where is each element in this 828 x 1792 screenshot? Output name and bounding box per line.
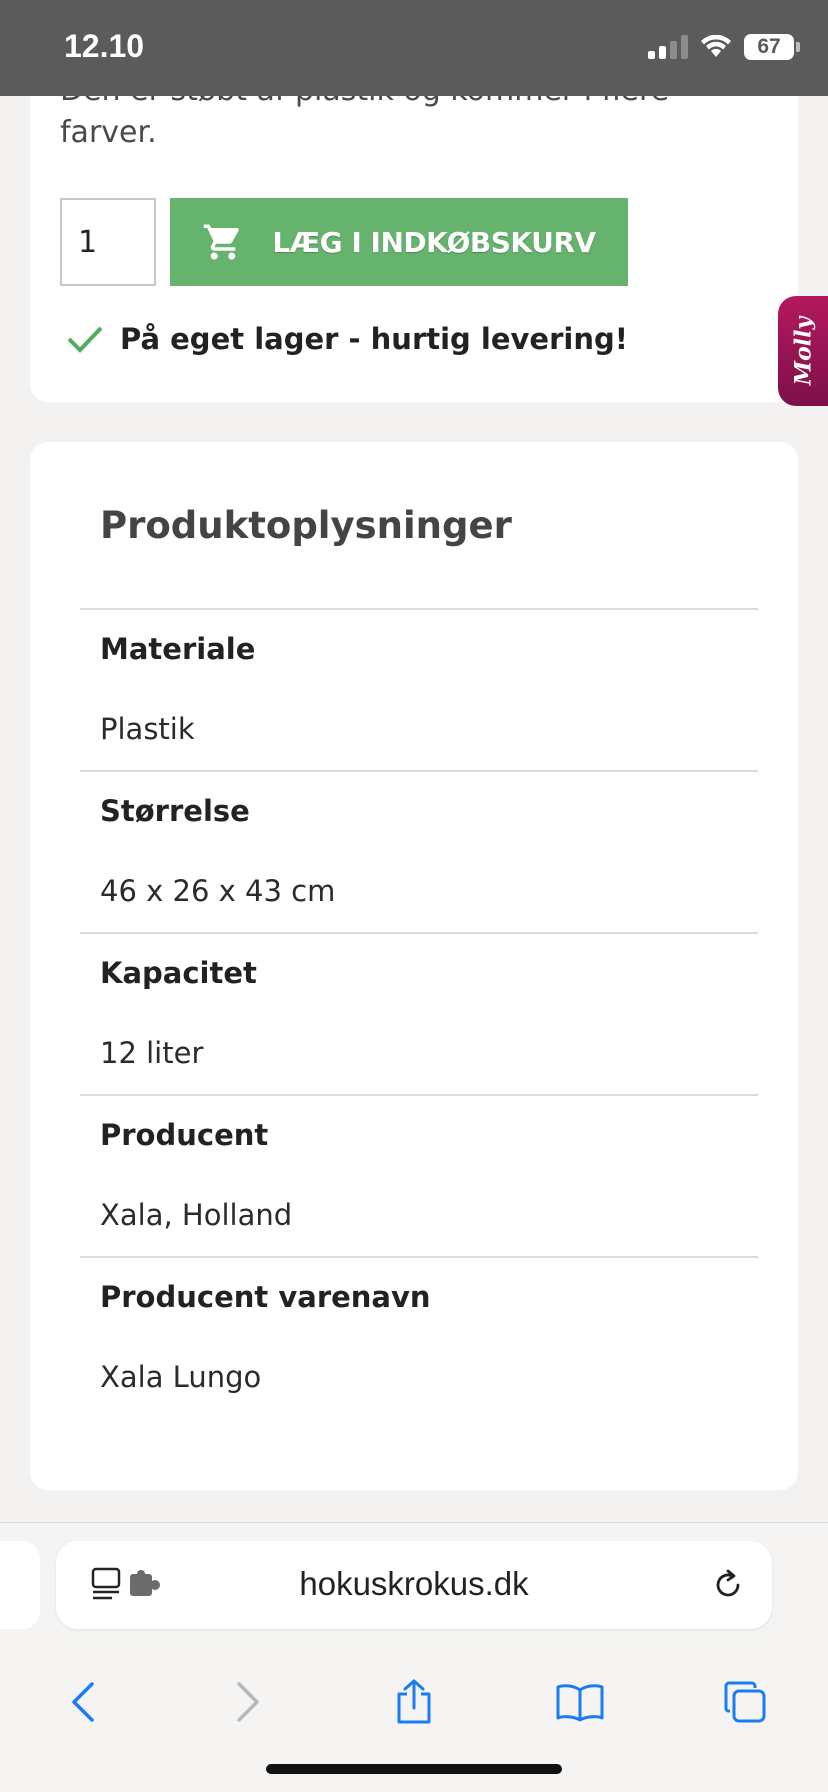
spec-row-storrelse: Størrelse 46 x 26 x 43 cm [80, 770, 758, 932]
add-to-cart-label: LÆG I INDKØBSKURV [272, 225, 596, 259]
browser-toolbar [0, 1647, 828, 1757]
tabs-button[interactable] [705, 1662, 785, 1742]
reload-icon[interactable] [710, 1567, 746, 1603]
spec-row-materiale: Materiale Plastik [80, 608, 758, 770]
spec-value: Plastik [100, 712, 195, 746]
home-indicator[interactable] [266, 1764, 562, 1774]
spec-label: Materiale [100, 632, 256, 666]
spec-value: 46 x 26 x 43 cm [100, 874, 336, 908]
signal-icon [648, 35, 688, 59]
browser-bottom-bar: hokuskrokus.dk [0, 1522, 828, 1792]
cart-icon [204, 224, 240, 260]
spec-label: Producent varenavn [100, 1280, 431, 1314]
spec-row-producent-varenavn: Producent varenavn Xala Lungo [80, 1256, 758, 1418]
bookmarks-button[interactable] [540, 1662, 620, 1742]
spec-row-kapacitet: Kapacitet 12 liter [80, 932, 758, 1094]
tabs-icon [724, 1681, 766, 1723]
spec-value: 12 liter [100, 1036, 204, 1070]
status-bar: 12.10 67 [0, 0, 828, 96]
status-time: 12.10 [64, 28, 145, 64]
share-button[interactable] [374, 1662, 454, 1742]
quantity-input[interactable] [60, 198, 156, 286]
forward-button[interactable] [208, 1662, 288, 1742]
spec-label: Størrelse [100, 794, 250, 828]
wifi-icon [701, 35, 731, 57]
chevron-left-icon [72, 1682, 94, 1722]
spec-row-producent: Producent Xala, Holland [80, 1094, 758, 1256]
spec-label: Producent [100, 1118, 269, 1152]
spec-label: Kapacitet [100, 956, 257, 990]
status-icons: 67 [648, 34, 800, 60]
spec-value: Xala Lungo [100, 1360, 262, 1394]
product-info-card: Produktoplysninger Materiale Plastik Stø… [30, 442, 798, 1490]
spec-value: Xala, Holland [100, 1198, 293, 1232]
checkmark-icon [67, 326, 103, 353]
stock-status-text: På eget lager - hurtig levering! [120, 322, 628, 356]
share-icon [397, 1679, 431, 1724]
address-bar[interactable]: hokuskrokus.dk [56, 1541, 772, 1629]
product-card: Den er støbt af plastik og kommer i fler… [30, 96, 798, 402]
url-text: hokuskrokus.dk [299, 1565, 529, 1602]
stock-status: På eget lager - hurtig levering! [66, 322, 628, 356]
molly-label: Molly [790, 316, 816, 386]
product-description: Den er støbt af plastik og kommer i fler… [60, 96, 669, 150]
previous-tab-preview[interactable] [0, 1541, 40, 1629]
book-icon [556, 1684, 604, 1722]
add-to-cart-button[interactable]: LÆG I INDKØBSKURV [170, 198, 628, 286]
product-info-title: Produktoplysninger [100, 504, 512, 547]
molly-chat-tab[interactable]: Molly [778, 296, 828, 406]
back-button[interactable] [43, 1662, 123, 1742]
battery-icon: 67 [744, 34, 800, 60]
chevron-right-icon [237, 1682, 260, 1722]
